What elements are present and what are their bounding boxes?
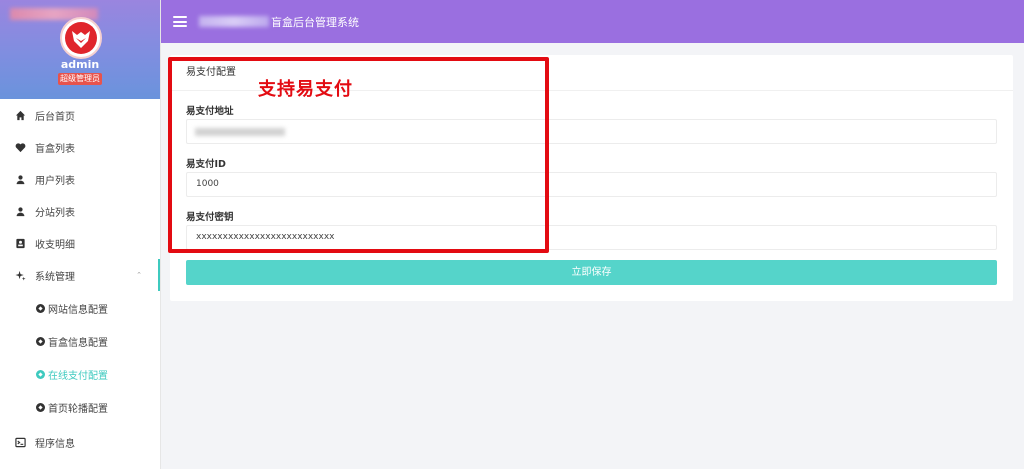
submenu-item-site-config[interactable]: 网站信息配置 bbox=[0, 292, 160, 325]
blurred-site-prefix bbox=[199, 16, 269, 27]
sidebar-item-label: 收支明细 bbox=[35, 239, 75, 251]
blurred-url-value bbox=[195, 128, 285, 136]
sidebar-item-blindbox-list[interactable]: 盲盒列表 bbox=[0, 131, 160, 163]
pay-key-input[interactable]: xxxxxxxxxxxxxxxxxxxxxxxxxx bbox=[186, 225, 997, 250]
sparkle-icon bbox=[14, 269, 26, 281]
sidebar-item-substation-list[interactable]: 分站列表 bbox=[0, 195, 160, 227]
sidebar-menu: 后台首页 盲盒列表 用户列表 分站列表 收支明细 系统管理 ⌃ 网站信息配置 盲… bbox=[0, 99, 160, 458]
annotation-text: 支持易支付 bbox=[258, 79, 353, 100]
avatar[interactable] bbox=[60, 17, 102, 59]
submenu-item-label: 网站信息配置 bbox=[48, 305, 108, 316]
compass-icon bbox=[36, 337, 45, 346]
sidebar-item-label: 后台首页 bbox=[35, 111, 75, 123]
chevron-up-icon: ⌃ bbox=[136, 271, 142, 279]
sidebar-item-user-list[interactable]: 用户列表 bbox=[0, 163, 160, 195]
pay-url-input[interactable] bbox=[186, 119, 997, 144]
role-badge: 超级管理员 bbox=[58, 73, 102, 85]
pay-id-label: 易支付ID bbox=[186, 159, 226, 170]
submenu-item-carousel-config[interactable]: 首页轮播配置 bbox=[0, 391, 160, 424]
sidebar-item-label: 程序信息 bbox=[35, 438, 75, 450]
submenu-item-label: 盲盒信息配置 bbox=[48, 338, 108, 349]
sidebar-item-label: 盲盒列表 bbox=[35, 143, 75, 155]
submenu-item-payment-config[interactable]: 在线支付配置 bbox=[0, 358, 160, 391]
sidebar-item-finance[interactable]: 收支明细 bbox=[0, 227, 160, 259]
fox-logo-icon bbox=[65, 22, 97, 54]
user-icon bbox=[14, 173, 26, 185]
top-bar: 盲盒后台管理系统 bbox=[161, 0, 1024, 43]
system-title: 盲盒后台管理系统 bbox=[271, 15, 359, 29]
submenu-item-label: 在线支付配置 bbox=[48, 371, 108, 382]
terminal-icon bbox=[14, 436, 26, 448]
sidebar-item-dashboard[interactable]: 后台首页 bbox=[0, 99, 160, 131]
submenu-item-blindbox-config[interactable]: 盲盒信息配置 bbox=[0, 325, 160, 358]
sidebar-item-label: 用户列表 bbox=[35, 175, 75, 187]
username: admin bbox=[60, 58, 100, 71]
pay-id-input[interactable]: 1000 bbox=[186, 172, 997, 197]
compass-icon bbox=[36, 370, 45, 379]
pay-url-label: 易支付地址 bbox=[186, 106, 234, 117]
heart-icon bbox=[14, 141, 26, 153]
compass-icon bbox=[36, 304, 45, 313]
compass-icon bbox=[36, 403, 45, 412]
contact-card-icon bbox=[14, 237, 26, 249]
submenu-item-label: 首页轮播配置 bbox=[48, 404, 108, 415]
home-icon bbox=[14, 109, 26, 121]
sidebar-item-system[interactable]: 系统管理 ⌃ bbox=[0, 259, 160, 291]
sidebar-item-label: 分站列表 bbox=[35, 207, 75, 219]
save-button[interactable]: 立即保存 bbox=[186, 260, 997, 285]
user-icon bbox=[14, 205, 26, 217]
pay-key-label: 易支付密钥 bbox=[186, 212, 234, 223]
sidebar-item-label: 系统管理 bbox=[35, 271, 75, 283]
sidebar: admin 超级管理员 后台首页 盲盒列表 用户列表 分站列表 收支明细 系统管… bbox=[0, 0, 161, 469]
profile-panel: admin 超级管理员 bbox=[0, 0, 160, 99]
sidebar-item-program-info[interactable]: 程序信息 bbox=[0, 426, 160, 458]
hamburger-menu-icon[interactable] bbox=[173, 14, 187, 30]
